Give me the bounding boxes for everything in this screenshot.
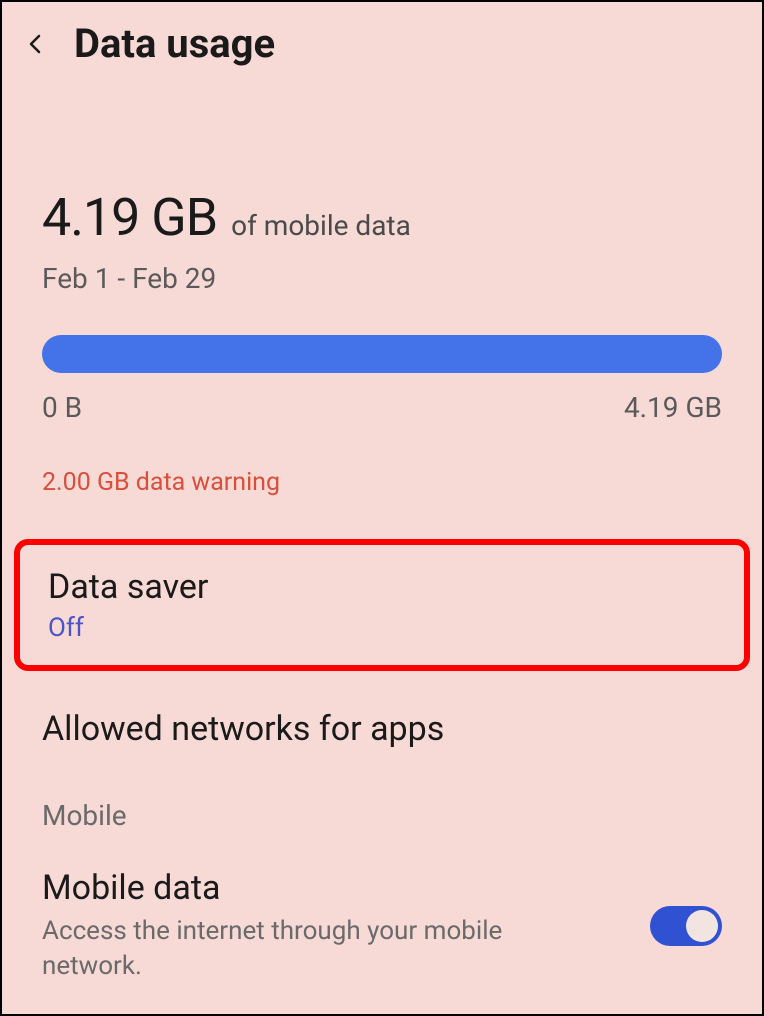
- page-title: Data usage: [74, 20, 275, 67]
- section-header-mobile: Mobile: [2, 749, 762, 848]
- data-saver-item[interactable]: Data saver Off: [14, 539, 750, 671]
- usage-progress-container: 0 B 4.19 GB: [42, 335, 722, 424]
- usage-amount-line: 4.19 GB of mobile data: [42, 187, 722, 248]
- data-warning-label: 2.00 GB data warning: [42, 468, 722, 497]
- usage-amount: 4.19 GB: [42, 187, 217, 248]
- usage-summary: 4.19 GB of mobile data Feb 1 - Feb 29 0 …: [2, 77, 762, 517]
- mobile-data-text: Mobile data Access the internet through …: [42, 868, 630, 984]
- back-icon[interactable]: [22, 30, 50, 58]
- data-saver-status: Off: [48, 613, 716, 643]
- usage-progress-labels: 0 B 4.19 GB: [42, 391, 722, 424]
- data-saver-title: Data saver: [48, 567, 716, 607]
- header: Data usage: [2, 2, 762, 77]
- mobile-data-toggle[interactable]: [650, 906, 722, 946]
- usage-progress-bar[interactable]: [42, 335, 722, 373]
- toggle-knob: [686, 910, 718, 942]
- usage-date-range: Feb 1 - Feb 29: [42, 262, 722, 295]
- progress-min-label: 0 B: [42, 391, 82, 424]
- allowed-networks-title: Allowed networks for apps: [42, 709, 722, 749]
- usage-label: of mobile data: [231, 209, 411, 242]
- progress-max-label: 4.19 GB: [624, 391, 722, 424]
- mobile-data-title: Mobile data: [42, 868, 630, 908]
- mobile-data-description: Access the internet through your mobile …: [42, 914, 582, 984]
- allowed-networks-item[interactable]: Allowed networks for apps: [2, 709, 762, 749]
- mobile-data-item[interactable]: Mobile data Access the internet through …: [2, 848, 762, 984]
